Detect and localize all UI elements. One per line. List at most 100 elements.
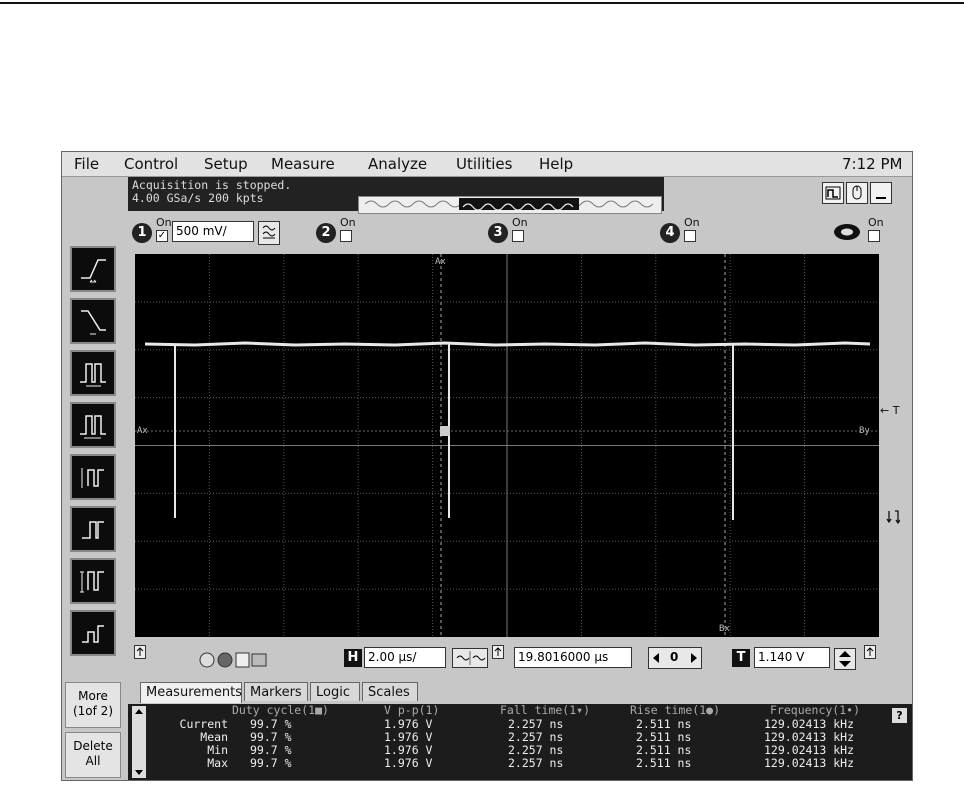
menu-setup[interactable]: Setup	[204, 155, 248, 173]
channel-4-on-label: On	[684, 216, 700, 229]
channel-1-scale-field[interactable]: 500 mV/	[172, 221, 254, 242]
header-vpp: V p-p(1)	[384, 703, 440, 717]
current-duty: 99.7 %	[250, 717, 292, 731]
vpp-icon[interactable]	[70, 558, 116, 604]
tab-logic[interactable]: Logic	[310, 682, 360, 701]
memory-bar[interactable]	[358, 196, 662, 214]
help-button[interactable]: ?	[892, 708, 907, 723]
edge-falling-trigger-icon[interactable]	[70, 298, 116, 344]
menu-bar: File Control Setup Measure Analyze Utili…	[62, 152, 912, 177]
trigger-level-label: ← T	[880, 404, 900, 417]
channel-2-icon[interactable]: 2	[316, 223, 336, 243]
channel-1-icon[interactable]: 1	[132, 223, 152, 243]
measurement-panel: Duty cycle(1■) V p-p(1) Fall time(1▾) Ri…	[128, 704, 912, 780]
min-frequency: 129.02413 kHz	[764, 743, 855, 757]
trigger-arrow-icon	[886, 509, 901, 529]
current-frequency: 129.02413 kHz	[764, 717, 855, 731]
marker-ax-top: Ax	[435, 257, 446, 267]
trigger-level-stepper[interactable]	[834, 648, 856, 670]
channel-3-on-label: On	[512, 216, 528, 229]
left-toolbar: More (1of 2) Delete All	[62, 176, 124, 778]
menu-file[interactable]: File	[74, 155, 99, 173]
tab-markers[interactable]: Markers	[244, 682, 308, 701]
header-rise-time: Rise time(1●)	[630, 703, 721, 717]
channel-4-icon[interactable]: 4	[660, 223, 680, 243]
menu-utilities[interactable]: Utilities	[456, 155, 512, 173]
mean-frequency: 129.02413 kHz	[764, 730, 855, 744]
channel-2-on-label: On	[340, 216, 356, 229]
current-fall: 2.257 ns	[508, 717, 564, 731]
measurement-scrollbar[interactable]	[132, 706, 146, 778]
menu-measure[interactable]: Measure	[271, 155, 335, 173]
waveform-display[interactable]: Ax Ax By Bx	[135, 254, 879, 637]
pulse-period-icon[interactable]	[70, 402, 116, 448]
top-level-icon[interactable]	[70, 506, 116, 552]
max-frequency: 129.02413 kHz	[764, 756, 855, 770]
marker-ax-left: Ax	[137, 426, 148, 436]
channel-2-checkbox[interactable]	[340, 230, 352, 242]
mean-fall: 2.257 ns	[508, 730, 564, 744]
page-rule	[0, 2, 964, 4]
current-rise: 2.511 ns	[636, 717, 692, 731]
horizontal-scale-stepper[interactable]	[452, 648, 488, 668]
max-duty: 99.7 %	[250, 756, 292, 770]
mean-rise: 2.511 ns	[636, 730, 692, 744]
trigger-t-icon[interactable]: T	[732, 649, 750, 667]
position-stepper[interactable]: 0	[648, 647, 702, 669]
tab-measurements[interactable]: Measurements	[140, 682, 242, 703]
channel-1-scale-stepper[interactable]	[258, 221, 280, 245]
edge-rising-trigger-icon[interactable]	[70, 246, 116, 292]
trigger-level-field[interactable]: 1.140 V	[754, 647, 830, 668]
math-on-label: On	[868, 216, 884, 229]
row-label-max: Max	[207, 756, 228, 770]
row-label-current: Current	[179, 717, 228, 731]
mouse-icon[interactable]	[846, 182, 868, 204]
bottom-controls: H 2.00 µs/ 19.8016000 µs 0 T 1.140 V	[128, 642, 912, 678]
horizontal-h-icon[interactable]: H	[344, 649, 362, 667]
math-checkbox[interactable]	[868, 230, 880, 242]
menu-control[interactable]: Control	[124, 155, 178, 173]
run-mode-icon[interactable]	[822, 182, 844, 204]
max-rise: 2.511 ns	[636, 756, 692, 770]
delete-all-button[interactable]: Delete All	[65, 732, 121, 778]
marker-bx-bottom: Bx	[719, 624, 730, 634]
memory-window	[459, 198, 579, 211]
menu-help[interactable]: Help	[539, 155, 573, 173]
more-button[interactable]: More (1of 2)	[65, 682, 121, 728]
trigger-arrow-up-icon[interactable]	[864, 644, 876, 659]
header-duty-cycle: Duty cycle(1■)	[232, 703, 329, 717]
mean-duty: 99.7 %	[250, 730, 292, 744]
min-vpp: 1.976 V	[384, 743, 433, 757]
channel-4-checkbox[interactable]	[684, 230, 696, 242]
minimize-icon[interactable]	[870, 182, 892, 204]
clock: 7:12 PM	[842, 155, 903, 173]
menu-analyze[interactable]: Analyze	[368, 155, 427, 173]
waveform-graticule	[135, 254, 879, 637]
display-mode-icons[interactable]	[198, 650, 268, 670]
row-label-min: Min	[207, 743, 228, 757]
horizontal-position-field[interactable]: 19.8016000 µs	[514, 647, 632, 668]
oscilloscope-window: File Control Setup Measure Analyze Utili…	[61, 151, 913, 781]
pulse-width-icon[interactable]	[70, 350, 116, 396]
math-channel-icon[interactable]	[833, 223, 863, 241]
channel-row: 1 On ✓ 500 mV/ 2 On 3 On 4 On On	[128, 213, 912, 255]
min-duty: 99.7 %	[250, 743, 292, 757]
min-fall: 2.257 ns	[508, 743, 564, 757]
header-frequency: Frequency(1•)	[770, 703, 861, 717]
channel-1-checkbox[interactable]: ✓	[156, 230, 168, 242]
marker-by-right: By	[859, 426, 870, 436]
min-rise: 2.511 ns	[636, 743, 692, 757]
channel-3-checkbox[interactable]	[512, 230, 524, 242]
header-fall-time: Fall time(1▾)	[500, 703, 591, 717]
channel-3-icon[interactable]: 3	[488, 223, 508, 243]
base-level-icon[interactable]	[70, 610, 116, 656]
left-marker-arrow-icon[interactable]	[134, 644, 146, 659]
horizontal-scale-field[interactable]: 2.00 µs/	[364, 647, 446, 668]
channel-1-on-label: On	[156, 216, 172, 229]
current-vpp: 1.976 V	[384, 717, 433, 731]
delay-arrow-icon[interactable]	[492, 644, 504, 659]
row-label-mean: Mean	[200, 730, 228, 744]
tab-scales[interactable]: Scales	[362, 682, 418, 701]
position-ref-label: 0	[670, 650, 679, 664]
amplitude-icon[interactable]	[70, 454, 116, 500]
